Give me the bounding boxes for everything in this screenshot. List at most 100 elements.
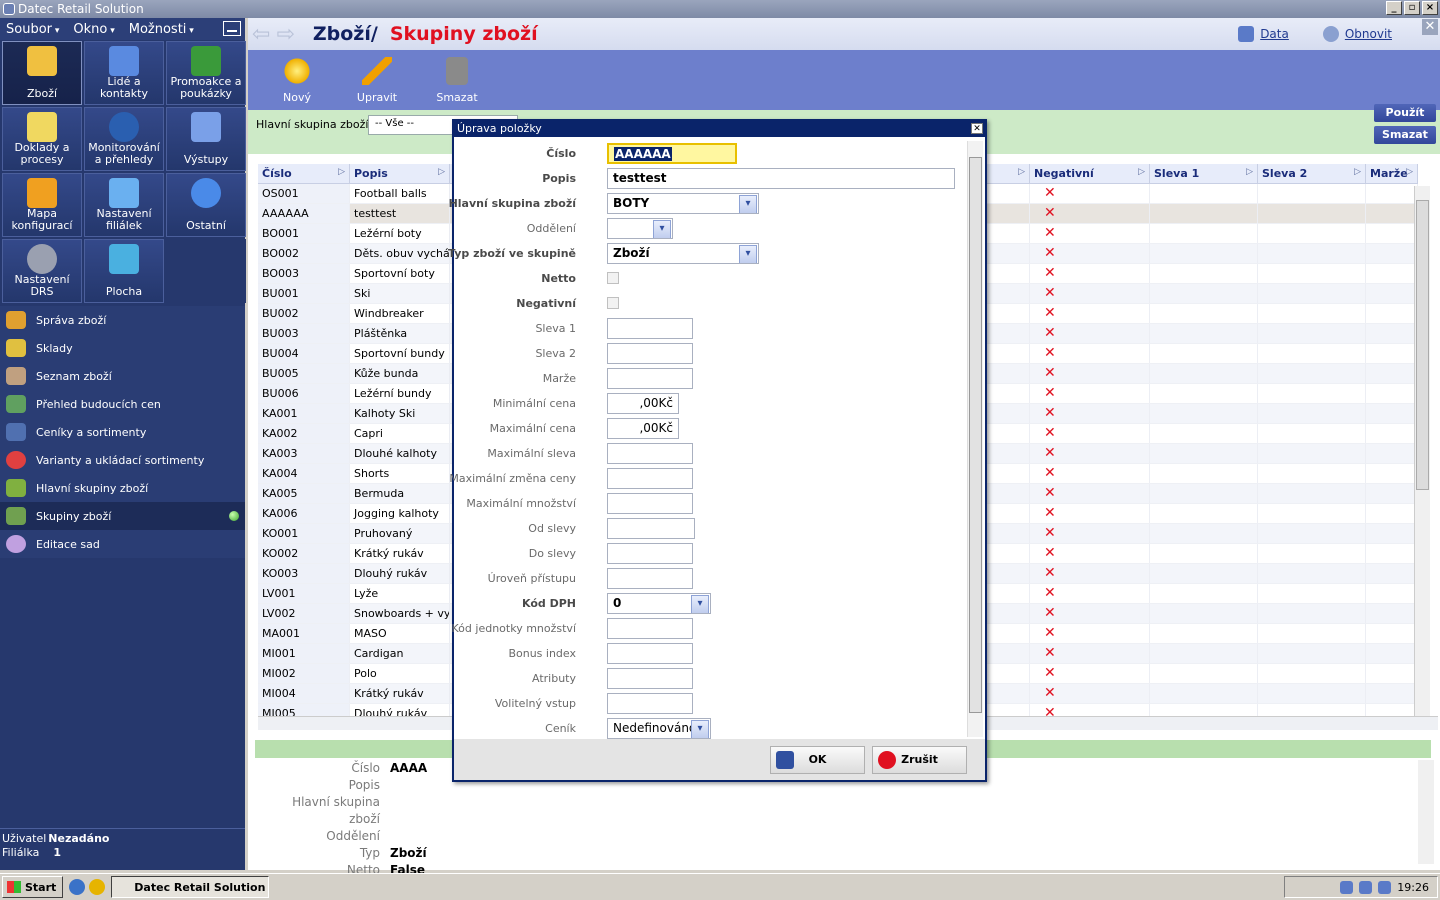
nav-item-budouci-ceny[interactable]: Přehled budoucích cen: [0, 390, 245, 418]
field-input[interactable]: ,00Kč: [607, 418, 679, 439]
field-input[interactable]: [607, 318, 693, 339]
clear-button[interactable]: Smazat: [1374, 126, 1436, 144]
nav-item-sklady[interactable]: Sklady: [0, 334, 245, 362]
apply-button[interactable]: Použít: [1374, 104, 1436, 122]
cell-sleva2: [1258, 304, 1366, 323]
field-input[interactable]: [607, 543, 693, 564]
field-input[interactable]: AAAAAA: [607, 143, 737, 164]
nav-label: Varianty a ukládací sortimenty: [36, 453, 205, 467]
nav-item-editace-sad[interactable]: Editace sad: [0, 530, 245, 558]
field-input[interactable]: [607, 468, 693, 489]
field-input[interactable]: [607, 518, 695, 539]
refresh-link[interactable]: Obnovit: [1322, 26, 1392, 42]
output-icon: [191, 112, 221, 142]
nav-item-sprava-zbozi[interactable]: Správa zboží: [0, 306, 245, 334]
menu-soubor[interactable]: Soubor: [6, 22, 59, 37]
netto-checkbox[interactable]: [607, 272, 619, 284]
edit-item-dialog: Úprava položky ✕ Číslo AAAAAA Popis testtes…: [448, 119, 987, 782]
tile-lide[interactable]: Lidé a kontakty: [84, 41, 164, 105]
field-input[interactable]: [607, 693, 693, 714]
tile-vystupy[interactable]: Výstupy: [166, 107, 246, 171]
maximize-button[interactable]: ▫: [1404, 1, 1420, 15]
tile-promoakce[interactable]: Promoakce a poukázky: [166, 41, 246, 105]
field-input[interactable]: [607, 668, 693, 689]
taskbar-item-datec[interactable]: Datec Retail Solution: [111, 876, 270, 898]
tray-network-icon[interactable]: [1340, 880, 1354, 894]
menu-moznosti[interactable]: Možnosti: [129, 22, 194, 37]
dialog-scrollbar[interactable]: [967, 141, 983, 737]
field-dropdown[interactable]: [607, 218, 673, 239]
start-button[interactable]: Start: [2, 876, 64, 898]
forward-arrow-icon[interactable]: ⇨: [276, 22, 294, 47]
tile-plocha[interactable]: Plocha: [84, 239, 164, 303]
edit-button[interactable]: Upravit: [348, 57, 406, 104]
minimize-button[interactable]: _: [1386, 1, 1402, 15]
field-label: Do slevy: [528, 547, 576, 560]
field-dropdown[interactable]: BOTY: [607, 193, 759, 214]
col-header-popis[interactable]: Popis: [350, 164, 450, 183]
nav-item-seznam-zbozi[interactable]: Seznam zboží: [0, 362, 245, 390]
field-input[interactable]: [607, 443, 693, 464]
detail-scrollbar[interactable]: [1418, 760, 1434, 864]
dialog-close-button[interactable]: ✕: [971, 123, 983, 134]
sidebar-minimize-button[interactable]: [223, 21, 241, 36]
field-input[interactable]: [607, 343, 693, 364]
tile-ostatni[interactable]: Ostatní: [166, 173, 246, 237]
field-label: Volitelný vstup: [494, 697, 576, 710]
cell-marze: [1366, 444, 1418, 463]
ie-icon[interactable]: [69, 879, 86, 895]
cell-popis: Kůže bunda: [350, 364, 450, 383]
menu-okno[interactable]: Okno: [73, 22, 114, 37]
field-input[interactable]: testtest: [607, 168, 955, 189]
delete-button[interactable]: Smazat: [428, 57, 486, 104]
tile-nastaveni-drs[interactable]: Nastavení DRS: [2, 239, 82, 303]
cell-popis: testtest: [350, 204, 450, 223]
field-input[interactable]: [607, 618, 693, 639]
field-input[interactable]: [607, 568, 693, 589]
new-button[interactable]: Nový: [268, 57, 326, 104]
col-header-sleva1[interactable]: Sleva 1: [1150, 164, 1258, 183]
field-value: ,00Kč: [639, 396, 673, 410]
negative-x-icon: ✕: [1030, 244, 1150, 263]
tile-nastaveni-filialek[interactable]: Nastavení filiálek: [84, 173, 164, 237]
field-dropdown[interactable]: Nedefinováno: [607, 718, 711, 739]
close-button[interactable]: ×: [1422, 1, 1438, 15]
nav-item-skupiny-zbozi[interactable]: Skupiny zboží: [0, 502, 245, 530]
field-dropdown[interactable]: Zboží: [607, 243, 759, 264]
col-header-sleva2[interactable]: Sleva 2: [1258, 164, 1366, 183]
field-input[interactable]: [607, 368, 693, 389]
negative-x-icon: ✕: [1030, 424, 1150, 443]
field-dropdown[interactable]: 0: [607, 593, 711, 614]
col-header-cislo[interactable]: Číslo: [258, 164, 350, 183]
col-header-negativni[interactable]: Negativní: [1030, 164, 1150, 183]
tile-monitorovani[interactable]: Monitorování a přehledy: [84, 107, 164, 171]
tray-app-icon[interactable]: [1359, 880, 1373, 894]
tile-zbozi[interactable]: Zboží: [2, 41, 82, 105]
field-label: Maximální sleva: [487, 447, 576, 460]
nav-item-varianty[interactable]: Varianty a ukládací sortimenty: [0, 446, 245, 474]
star-config-icon: [27, 178, 57, 208]
cell-popis: Pláštěnka: [350, 324, 450, 343]
scroll-thumb[interactable]: [1416, 200, 1429, 490]
cancel-label: Zrušit: [901, 753, 938, 766]
tile-doklady[interactable]: Doklady a procesy: [2, 107, 82, 171]
barcode-icon: [6, 367, 26, 385]
grid-vertical-scrollbar[interactable]: [1414, 186, 1430, 716]
tile-mapa[interactable]: Mapa konfigurací: [2, 173, 82, 237]
field-input[interactable]: ,00Kč: [607, 393, 679, 414]
back-arrow-icon[interactable]: ⇦: [252, 22, 270, 47]
ok-button[interactable]: OK: [770, 746, 865, 774]
nav-item-ceniky[interactable]: Ceníky a sortimenty: [0, 418, 245, 446]
clock-app-icon[interactable]: [89, 879, 106, 895]
cancel-button[interactable]: Zrušit: [872, 746, 967, 774]
tray-volume-icon[interactable]: [1378, 880, 1392, 894]
data-link[interactable]: Data: [1238, 26, 1289, 42]
close-icon[interactable]: ✕: [1422, 19, 1438, 35]
field-input[interactable]: [607, 493, 693, 514]
dialog-scroll-thumb[interactable]: [969, 157, 982, 713]
field-label: Maximální změna ceny: [449, 472, 576, 485]
col-header-marze[interactable]: Marže: [1366, 164, 1418, 183]
field-input[interactable]: [607, 643, 693, 664]
nav-item-hlavni-skupiny[interactable]: Hlavní skupiny zboží: [0, 474, 245, 502]
negative-checkbox[interactable]: [607, 297, 619, 309]
